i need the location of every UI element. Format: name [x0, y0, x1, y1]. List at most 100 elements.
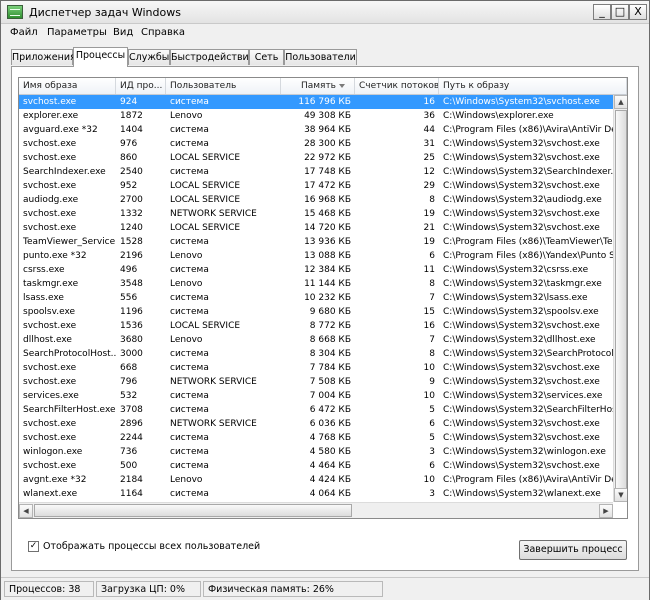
cell-pid: 1196 — [120, 307, 143, 317]
table-row[interactable]: spoolsv.exe 1196 система 9 680 КБ 15 C:\Windo… — [19, 305, 613, 319]
cell-image-path: C:\Windows\System32\svchost.exe — [443, 321, 600, 331]
column-pid[interactable]: ИД про... — [116, 78, 166, 94]
table-row[interactable]: SearchProtocolHost.... 3000 система 8 304 К… — [19, 347, 621, 361]
cell-thread-count: 10 — [423, 475, 435, 485]
process-list[interactable]: Имя образа ИД про... Пользователь Память… — [18, 77, 628, 519]
table-row[interactable]: SearchFilterHost.exe 3708 система 6 472 КБ 5… — [19, 403, 617, 417]
menu-options[interactable]: Параметры — [47, 27, 107, 38]
maximize-button[interactable]: □ — [611, 4, 629, 20]
table-row[interactable]: svchost.exe 2896 NETWORK SERVICE 6 036 КБ 6 C… — [19, 417, 613, 431]
cell-image-name: TeamViewer_Service.... — [23, 237, 116, 247]
table-row[interactable]: svchost.exe 668 система 7 784 КБ 10 C:\Window… — [19, 361, 613, 375]
scroll-left-icon[interactable]: ◀ — [19, 504, 33, 518]
cell-pid: 3548 — [120, 279, 143, 289]
table-row[interactable]: explorer.exe 1872 Lenovo 49 308 КБ 36 C:\Wind… — [19, 109, 613, 123]
cell-image-name: dllhost.exe — [23, 335, 72, 345]
cell-memory: 4 064 КБ — [309, 489, 351, 499]
table-row[interactable]: TeamViewer_Service.... 1528 система 13 936 … — [19, 235, 618, 249]
end-process-button[interactable]: Завершить процесс — [519, 540, 627, 560]
table-row[interactable]: avgnt.exe *32 2184 Lenovo 4 424 КБ 10 C:\Prog… — [19, 473, 617, 487]
task-manager-window: Диспетчер задач Windows _ □ X Файл Парам… — [0, 0, 650, 600]
cell-user: Lenovo — [170, 335, 203, 345]
cell-memory: 12 384 КБ — [304, 265, 351, 275]
tab-network[interactable]: Сеть — [249, 49, 284, 65]
table-row[interactable]: svchost.exe 500 система 4 464 КБ 6 C:\Windows… — [19, 459, 613, 473]
cell-pid: 2244 — [120, 433, 143, 443]
scroll-up-icon[interactable]: ▲ — [614, 95, 627, 109]
cell-memory: 13 088 КБ — [304, 251, 351, 261]
cell-user: система — [170, 363, 209, 373]
cell-user: система — [170, 405, 209, 415]
cell-user: NETWORK SERVICE — [170, 377, 257, 387]
table-row[interactable]: svchost.exe 2244 система 4 768 КБ 5 C:\Window… — [19, 431, 613, 445]
table-row[interactable]: svchost.exe 796 NETWORK SERVICE 7 508 КБ 9 C:… — [19, 375, 613, 389]
table-row[interactable]: winlogon.exe 736 система 4 580 КБ 3 C:\Window… — [19, 445, 613, 459]
cell-thread-count: 44 — [423, 125, 435, 135]
cell-user: NETWORK SERVICE — [170, 419, 257, 429]
column-thread-count[interactable]: Счетчик потоков — [355, 78, 439, 94]
cell-memory: 8 668 КБ — [309, 335, 351, 345]
column-image-path[interactable]: Путь к образу — [439, 78, 627, 94]
table-row[interactable]: taskmgr.exe 3548 Lenovo 11 144 КБ 8 C:\Window… — [19, 277, 613, 291]
tab-services[interactable]: Службы — [128, 49, 170, 65]
vertical-scrollbar[interactable]: ▲ ▼ — [613, 95, 627, 502]
cell-user: система — [170, 265, 209, 275]
table-row[interactable]: svchost.exe 860 LOCAL SERVICE 22 972 КБ 25 C:… — [19, 151, 613, 165]
scroll-right-icon[interactable]: ▶ — [599, 504, 613, 518]
cell-pid: 924 — [120, 97, 138, 107]
menu-view[interactable]: Вид — [113, 27, 133, 38]
menu-help[interactable]: Справка — [141, 27, 185, 38]
table-row[interactable]: avguard.exe *32 1404 система 38 964 КБ 44 C:\… — [19, 123, 617, 137]
table-row[interactable]: csrss.exe 496 система 12 384 КБ 11 C:\Windows… — [19, 263, 613, 277]
cell-image-name: svchost.exe — [23, 209, 77, 219]
title-bar[interactable]: Диспетчер задач Windows _ □ X — [1, 1, 649, 24]
table-row[interactable]: dllhost.exe 3680 Lenovo 8 668 КБ 7 C:\Windows… — [19, 333, 613, 347]
cell-thread-count: 11 — [423, 265, 435, 275]
cell-image-path: C:\Windows\System32\SearchFilterHos — [443, 405, 617, 415]
table-row[interactable]: wlanext.exe 1164 система 4 064 КБ 3 C:\Window… — [19, 487, 613, 501]
table-row[interactable]: svchost.exe 1536 LOCAL SERVICE 8 772 КБ 16 C:… — [19, 319, 613, 333]
vertical-scroll-thumb[interactable] — [615, 110, 627, 502]
cell-thread-count: 31 — [423, 139, 435, 149]
show-all-users-label[interactable]: Отображать процессы всех пользователей — [43, 541, 260, 552]
column-image-name[interactable]: Имя образа — [19, 78, 116, 94]
table-row[interactable]: svchost.exe 924 система 116 796 КБ 16 C:\Wind… — [19, 95, 613, 109]
table-row[interactable]: svchost.exe 976 система 28 300 КБ 31 C:\Windo… — [19, 137, 613, 151]
column-header-row: Имя образа ИД про... Пользователь Память… — [19, 78, 627, 95]
tab-users[interactable]: Пользователи — [284, 49, 357, 65]
table-row[interactable]: punto.exe *32 2196 Lenovo 13 088 КБ 6 C:\Prog… — [19, 249, 615, 263]
tab-processes[interactable]: Процессы — [73, 47, 128, 67]
menu-file[interactable]: Файл — [10, 27, 38, 38]
horizontal-scrollbar[interactable]: ◀ ▶ — [19, 502, 613, 518]
table-row[interactable]: svchost.exe 1332 NETWORK SERVICE 15 468 КБ 1… — [19, 207, 613, 221]
minimize-button[interactable]: _ — [593, 4, 611, 20]
cell-image-path: C:\Windows\System32\svchost.exe — [443, 209, 600, 219]
close-button[interactable]: X — [629, 4, 647, 20]
table-row[interactable]: SearchIndexer.exe 2540 система 17 748 КБ 12 C… — [19, 165, 627, 179]
cell-user: LOCAL SERVICE — [170, 195, 241, 205]
cell-image-path: C:\Windows\System32\spoolsv.exe — [443, 307, 599, 317]
tab-applications[interactable]: Приложения — [11, 49, 76, 65]
cell-image-name: punto.exe *32 — [23, 251, 87, 261]
table-row[interactable]: services.exe 532 система 7 004 КБ 10 C:\Windo… — [19, 389, 613, 403]
cell-pid: 2896 — [120, 419, 143, 429]
cell-memory: 4 424 КБ — [309, 475, 351, 485]
cell-image-name: SearchFilterHost.exe — [23, 405, 116, 415]
cell-pid: 1528 — [120, 237, 143, 247]
scroll-down-icon[interactable]: ▼ — [614, 488, 627, 502]
table-row[interactable]: lsass.exe 556 система 10 232 КБ 7 C:\Windows\… — [19, 291, 613, 305]
show-all-users-checkbox[interactable]: ✓ — [28, 541, 39, 552]
table-row[interactable]: svchost.exe 952 LOCAL SERVICE 17 472 КБ 29 C:… — [19, 179, 613, 193]
cell-thread-count: 19 — [423, 237, 435, 247]
table-row[interactable]: audiodg.exe 2700 LOCAL SERVICE 16 968 КБ 8 C:… — [19, 193, 613, 207]
column-user[interactable]: Пользователь — [166, 78, 281, 94]
table-row[interactable]: svchost.exe 1240 LOCAL SERVICE 14 720 КБ 21 C… — [19, 221, 613, 235]
cell-image-name: svchost.exe — [23, 433, 77, 443]
horizontal-scroll-thumb[interactable] — [34, 504, 352, 517]
cell-user: LOCAL SERVICE — [170, 321, 241, 331]
cell-image-name: svchost.exe — [23, 139, 77, 149]
tab-performance[interactable]: Быстродействие — [170, 49, 255, 65]
cell-image-name: lsass.exe — [23, 293, 64, 303]
status-process-count: Процессов: 38 — [4, 581, 94, 597]
cell-thread-count: 36 — [423, 111, 435, 121]
